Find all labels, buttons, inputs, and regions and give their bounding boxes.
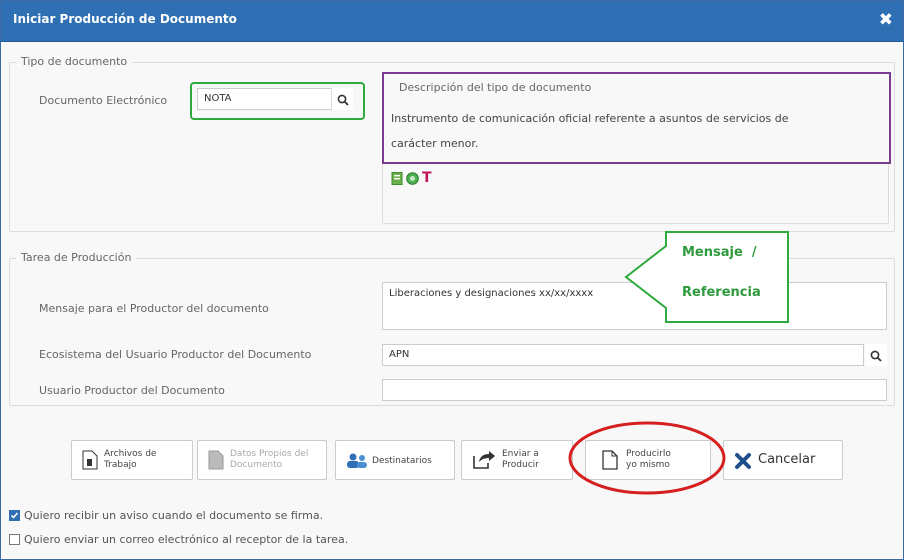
send-icon <box>473 451 495 469</box>
dialog-title: Iniciar Producción de Documento <box>13 12 237 26</box>
check-icon <box>10 512 19 519</box>
enviar-correo-checkbox[interactable] <box>9 534 20 545</box>
usuario-productor-label: Usuario Productor del Documento <box>39 384 225 397</box>
usuario-productor-input[interactable] <box>382 379 887 401</box>
archivos-label-2: Trabajo <box>104 460 137 470</box>
destinatarios-label: Destinatarios <box>372 456 432 466</box>
dialog-title-bar: Iniciar Producción de Documento ✖ <box>1 1 903 42</box>
datos-label-1: Datos Propios del <box>230 449 309 459</box>
documento-electronico-label: Documento Electrónico <box>39 94 168 107</box>
descripcion-text-line1: Instrumento de comunicación oficial refe… <box>391 112 789 125</box>
ecosistema-label: Ecosistema del Usuario Productor del Doc… <box>39 348 312 361</box>
aviso-firma-checkbox[interactable] <box>9 510 20 521</box>
users-icon <box>347 453 367 468</box>
highlight-circle <box>568 421 726 495</box>
tarea-produccion-legend: Tarea de Producción <box>16 251 137 264</box>
dialog-body: Tipo de documento Documento Electrónico … <box>1 42 903 558</box>
search-icon <box>870 350 882 362</box>
datos-propios-button[interactable]: Datos Propios del Documento <box>197 440 327 480</box>
datos-label-2: Documento <box>230 460 283 470</box>
mensaje-value: Liberaciones y designaciones xx/xx/xxxx <box>389 288 594 299</box>
aviso-firma-label: Quiero recibir un aviso cuando el docume… <box>24 509 324 522</box>
callout-line1: Mensaje / <box>682 245 757 260</box>
globe-icon <box>406 172 419 185</box>
descripcion-text-line2: carácter menor. <box>391 137 479 150</box>
documento-search-button[interactable] <box>331 88 353 110</box>
ecosistema-input[interactable]: APN <box>382 344 864 366</box>
archivos-trabajo-button[interactable]: Archivos de Trabajo <box>71 440 193 480</box>
mensaje-label: Mensaje para el Productor del documento <box>39 302 269 315</box>
ecosistema-search-button[interactable] <box>865 344 887 366</box>
close-icon[interactable]: ✖ <box>879 10 893 30</box>
t-red-icon: T <box>422 170 432 186</box>
document-green-icon <box>391 172 403 185</box>
enviar-producir-button[interactable]: Enviar a Producir <box>461 440 573 480</box>
callout-line2: Referencia <box>682 285 761 300</box>
search-icon <box>337 94 349 106</box>
cancelar-label: Cancelar <box>758 452 816 467</box>
enviar-label-2: Producir <box>502 460 539 470</box>
cancelar-button[interactable]: Cancelar <box>723 440 843 480</box>
cancel-x-icon <box>735 453 751 469</box>
descripcion-legend: Descripción del tipo de documento <box>394 81 597 94</box>
documento-electronico-input[interactable]: NOTA <box>197 88 353 110</box>
tipo-documento-legend: Tipo de documento <box>16 55 133 68</box>
callout-arrow <box>624 231 789 323</box>
enviar-correo-label: Quiero enviar un correo electrónico al r… <box>24 533 349 546</box>
destinatarios-button[interactable]: Destinatarios <box>335 440 455 480</box>
documento-electronico-value: NOTA <box>204 93 232 104</box>
archivos-label-1: Archivos de <box>104 449 157 459</box>
ecosistema-value: APN <box>389 349 410 360</box>
enviar-label-1: Enviar a <box>502 449 539 459</box>
file-attachment-icon <box>82 450 98 470</box>
document-data-icon <box>208 450 224 470</box>
